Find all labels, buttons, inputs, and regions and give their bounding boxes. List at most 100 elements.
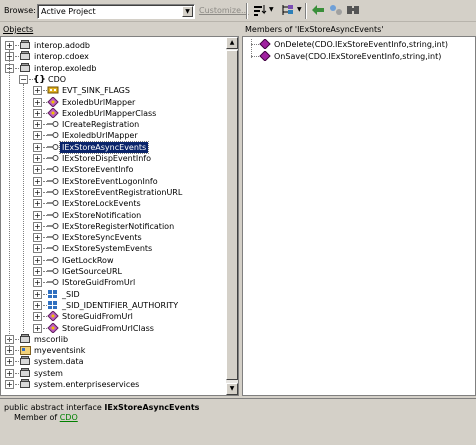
tree-node[interactable]: + myeventsink [1,345,226,356]
tree-node-label[interactable]: system.enterpriseservices [32,379,141,390]
tree-node[interactable]: + IExStoreLockEvents [1,198,226,209]
objects-scrollbar[interactable]: ▲ ▼ [226,37,238,395]
scroll-thumb[interactable] [226,50,238,380]
expand-icon[interactable]: + [33,131,42,141]
tree-node-label[interactable]: IExStoreAsyncEvents [58,140,150,154]
tree-node[interactable]: + StoreGuidFromUrlClass [1,321,226,334]
expand-icon[interactable]: + [5,380,14,389]
tree-node[interactable]: + ExoledbUrlMapperClass [1,107,226,119]
tree-node[interactable]: + IExStoreEventRegistrationURL [1,187,226,198]
tree-node-label[interactable]: StoreGuidFromUrl [60,311,135,322]
expand-icon[interactable]: + [33,255,42,265]
expand-icon[interactable]: + [33,221,42,231]
expand-icon[interactable]: + [33,278,42,288]
tree-node[interactable]: −{} CDO [1,74,226,85]
group-dropdown-icon[interactable]: ▼ [297,6,302,13]
tree-node-label[interactable]: system [32,368,65,379]
expand-icon[interactable]: + [33,187,42,197]
tree-node[interactable]: + IExStoreEventInfo [1,164,226,175]
tree-node[interactable]: + IExoledbUrlMapper [1,130,226,141]
tree-node-label[interactable]: IStoreGuidFromUrl [60,277,137,288]
tree-node[interactable]: + IExStoreAsyncEvents [1,140,226,154]
expand-icon[interactable]: + [33,323,42,333]
tree-node[interactable]: + IExStoreNotification [1,210,226,221]
tree-node[interactable]: + system.data [1,356,226,367]
tree-node-label[interactable]: IExStoreLockEvents [60,198,143,209]
tree-node[interactable]: + IExStoreSystemEvents [1,243,226,254]
tree-node-label[interactable]: IGetLockRow [60,255,116,266]
tree-node-label[interactable]: IExStoreDispEventInfo [60,153,153,164]
tree-node[interactable]: + ICreateRegistration [1,119,226,130]
expand-icon[interactable]: + [33,176,42,186]
expand-icon[interactable]: + [5,41,14,50]
find-symbol-icon[interactable] [345,4,361,18]
tree-node[interactable]: + system.enterpriseservices [1,379,226,390]
member-item[interactable]: OnSave(CDO.IExStoreEventInfo,string,int) [247,50,471,62]
expand-icon[interactable]: + [33,154,42,163]
tree-node[interactable]: + interop.cdoex [1,51,226,62]
tree-node-label[interactable]: interop.exoledb [32,63,98,74]
expand-icon[interactable]: + [33,312,42,322]
tree-node[interactable]: + _SID_IDENTIFIER_AUTHORITY [1,300,226,311]
tree-node[interactable]: + IExStoreEventLogonInfo [1,176,226,187]
sort-icon[interactable] [252,4,268,18]
expand-icon[interactable]: + [33,86,42,96]
tree-node-label[interactable]: EVT_SINK_FLAGS [60,85,132,96]
tree-node-label[interactable]: IExStoreEventLogonInfo [60,176,160,187]
tree-node[interactable]: − interop.exoledb [1,62,226,74]
scroll-down-icon[interactable]: ▼ [226,383,238,395]
sort-dropdown-icon[interactable]: ▼ [269,6,274,13]
expand-icon[interactable]: + [33,233,42,243]
tree-node[interactable]: + IStoreGuidFromUrl [1,277,226,288]
member-item[interactable]: OnDelete(CDO.IExStoreEventInfo,string,in… [247,38,471,50]
members-list[interactable]: OnDelete(CDO.IExStoreEventInfo,string,in… [242,36,476,396]
scroll-up-icon[interactable]: ▲ [226,37,238,49]
expand-icon[interactable]: + [33,244,42,254]
tree-node[interactable]: + _SID [1,289,226,300]
tree-node[interactable]: + ExoledbUrlMapper [1,95,226,108]
tree-node[interactable]: + system [1,367,226,379]
tree-node-label[interactable]: IGetSourceURL [60,266,124,277]
expand-icon[interactable]: + [33,142,42,152]
tree-node-label[interactable]: interop.adodb [32,40,92,51]
member-label[interactable]: OnDelete(CDO.IExStoreEventInfo,string,in… [272,39,450,50]
tree-node[interactable]: + StoreGuidFromUrl [1,310,226,322]
expand-icon[interactable]: + [33,210,42,220]
expand-icon[interactable]: + [5,368,14,378]
tree-node[interactable]: + IExStoreSyncEvents [1,232,226,243]
expand-icon[interactable]: + [5,357,14,367]
tree-node[interactable]: + IExStoreDispEventInfo [1,153,226,164]
customize-button[interactable]: Customize... [199,6,249,15]
tree-node[interactable]: + mscorlib [1,333,226,345]
tree-node-label[interactable]: mscorlib [32,334,70,345]
expand-icon[interactable]: + [33,199,42,209]
tree-node[interactable]: + interop.adodb [1,40,226,51]
tree-node-label[interactable]: interop.cdoex [32,51,91,62]
tree-node[interactable]: + EVT_SINK_FLAGS [1,85,226,96]
chevron-down-icon[interactable]: ▼ [182,6,193,17]
member-label[interactable]: OnSave(CDO.IExStoreEventInfo,string,int) [272,51,443,62]
tree-node-label[interactable]: myeventsink [32,345,87,356]
tree-node-label[interactable]: _SID [60,289,82,300]
expand-icon[interactable]: + [33,165,42,175]
tree-node-label[interactable]: CDO [46,74,68,85]
tree-node-label[interactable]: IExStoreNotification [60,210,143,221]
expand-icon[interactable]: + [33,300,42,310]
expand-icon[interactable]: + [33,267,42,276]
tree-node-label[interactable]: system.data [32,356,85,367]
tree-node-label[interactable]: IExoledbUrlMapper [60,130,140,141]
collapse-icon[interactable]: − [19,74,28,84]
objects-tree[interactable]: + interop.adodb + interop.cdoex − interop.exo… [0,36,239,396]
tree-node[interactable]: + IGetSourceURL [1,266,226,277]
references-icon[interactable] [328,4,344,18]
tree-node-label[interactable]: IExStoreSystemEvents [60,243,154,254]
tree-node-label[interactable]: ICreateRegistration [60,119,141,130]
tree-node-label[interactable]: IExStoreSyncEvents [60,232,144,243]
tree-node-label[interactable]: ExoledbUrlMapper [60,97,137,108]
member-of-link[interactable]: CDO [60,413,78,422]
tree-node[interactable]: + IExStoreRegisterNotification [1,221,226,232]
tree-node-label[interactable]: StoreGuidFromUrlClass [60,323,156,334]
tree-node-label[interactable]: ExoledbUrlMapperClass [60,108,158,119]
expand-icon[interactable]: + [33,289,42,299]
tree-node[interactable]: + IGetLockRow [1,255,226,266]
